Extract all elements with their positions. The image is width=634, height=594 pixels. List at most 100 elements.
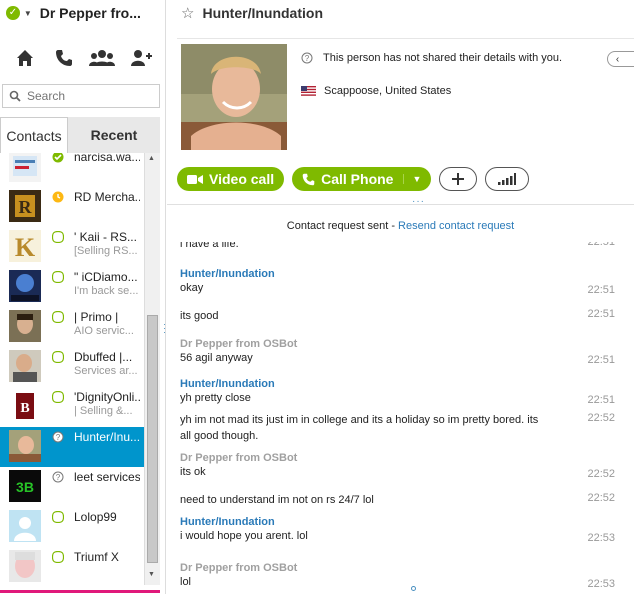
phone-icon (302, 173, 315, 185)
message-time: 22:52 (587, 492, 615, 504)
contact-item[interactable]: | Primo | AIO servic... (0, 307, 144, 347)
avatar (9, 350, 41, 382)
offline-status-icon (51, 270, 65, 284)
message-time: 22:52 (587, 468, 615, 480)
contact-item[interactable]: B 'DignityOnli... | Selling &... (0, 387, 144, 427)
offline-status-icon (51, 550, 65, 564)
svg-text:?: ? (56, 433, 61, 442)
video-camera-icon (187, 174, 203, 184)
phone-icon[interactable] (50, 44, 78, 72)
signal-bars-icon (498, 173, 517, 185)
contact-item[interactable]: 3B? leet services (0, 467, 144, 507)
contact-name: Triumf X (74, 550, 119, 564)
message-text: okay (180, 282, 204, 294)
message: Dr Pepper from OSBot its ok 22:52 (180, 452, 620, 480)
add-contact-icon[interactable] (127, 44, 155, 72)
unknown-status-icon: ? (52, 471, 64, 483)
us-flag-icon (301, 86, 316, 96)
contact-name: Dbuffed |... (74, 350, 133, 364)
chevron-down-icon[interactable]: ▼ (403, 174, 421, 184)
offline-status-icon (51, 230, 65, 244)
message-text: lol (180, 576, 192, 588)
video-call-button[interactable]: Video call (177, 167, 285, 191)
offline-status-icon (51, 350, 65, 364)
message-text: yh pretty close (180, 392, 251, 404)
contact-name: | Primo | (74, 310, 119, 324)
call-phone-button[interactable]: Call Phone ▼ (292, 167, 432, 191)
contact-name: leet services (74, 470, 140, 484)
resend-request-link[interactable]: Resend contact request (398, 220, 514, 232)
call-phone-label: Call Phone (321, 171, 394, 187)
skype-window: ✓ ▼ Dr Pepper fro... Contacts Recent (0, 0, 634, 594)
contact-item[interactable]: K ' Kaii - RS... [Selling RS... (0, 227, 144, 267)
message-text: its good (180, 310, 219, 322)
contact-item[interactable]: Lolop99 (0, 507, 144, 547)
details-row: ? This person has not shared their detai… (301, 52, 562, 64)
message-time: 22:51 (587, 394, 615, 406)
svg-text:K: K (15, 233, 36, 262)
resize-grip[interactable] (411, 586, 416, 591)
contact-item[interactable]: Dbuffed |... Services ar... (0, 347, 144, 387)
message-sender: Hunter/Inundation (180, 516, 275, 528)
chevron-left-icon[interactable]: ‹ (616, 54, 619, 65)
avatar (9, 510, 41, 542)
avatar (9, 270, 41, 302)
message: Hunter/Inundation i would hope you arent.… (180, 516, 620, 544)
contact-item[interactable]: narcisa.wa... (0, 153, 144, 187)
message-text: yh im not mad its just im in college and… (180, 414, 539, 442)
message-time: 22:52 (587, 412, 615, 424)
message: Hunter/Inundation yh pretty close 22:51 (180, 378, 620, 406)
contact-photo[interactable] (181, 44, 287, 150)
avatar (9, 310, 41, 342)
svg-text:?: ? (305, 54, 310, 63)
svg-text:B: B (20, 401, 29, 416)
message-sender: Hunter/Inundation (180, 268, 275, 280)
toolbar-resize-handle[interactable]: ··· (412, 196, 425, 207)
contact-item[interactable]: Triumf X (0, 547, 144, 585)
details-text: This person has not shared their details… (323, 52, 563, 64)
contact-item[interactable]: R RD Mercha... (0, 187, 144, 227)
search-box[interactable] (2, 84, 160, 108)
home-icon[interactable] (11, 44, 39, 72)
video-call-label: Video call (209, 171, 275, 187)
account-header[interactable]: ✓ ▼ Dr Pepper fro... (0, 0, 166, 26)
message: Hunter/Inundation okay 22:51 (180, 268, 620, 296)
online-status-icon (52, 153, 64, 163)
contact-item[interactable]: ? Hunter/Inu... (0, 427, 144, 467)
unknown-status-icon: ? (52, 431, 64, 443)
scrollbar-thumb[interactable] (147, 315, 158, 563)
conversation-pane: ☆ Hunter/Inundation ? This person has no… (167, 0, 634, 594)
contact-list-scrollbar[interactable]: ▲ ▼ (144, 153, 160, 585)
call-quality-button[interactable] (485, 167, 530, 191)
tab-recent[interactable]: Recent (68, 117, 160, 153)
contact-item[interactable]: " iCDiamo... I'm back se... (0, 267, 144, 307)
contact-mood: I'm back se... (74, 285, 139, 297)
contact-name: " iCDiamo... (74, 270, 138, 284)
contacts-group-icon[interactable] (88, 44, 116, 72)
message: Dr Pepper from OSBot 56 agil anyway 22:51 (180, 338, 620, 366)
tab-contacts[interactable]: Contacts (0, 117, 68, 153)
favorite-star-icon[interactable]: ☆ (181, 4, 194, 22)
chevron-down-icon: ▼ (23, 8, 32, 18)
contact-mood: Services ar... (74, 365, 138, 377)
avatar (9, 153, 41, 182)
message-time: 22:53 (587, 578, 615, 588)
scroll-down-arrow-icon[interactable]: ▼ (148, 571, 155, 578)
plus-icon (452, 173, 465, 185)
message-time: 22:51 (587, 308, 615, 320)
search-input[interactable] (27, 89, 147, 103)
message: Dr Pepper from OSBot lol 22:53 (180, 562, 620, 588)
message-list: i have a life. 22:51 Hunter/Inundation okay… (167, 242, 634, 588)
location-row: Scappoose, United States (301, 85, 451, 97)
avatar: R (9, 190, 41, 222)
message: yh im not mad its just im in college and… (180, 412, 620, 444)
contact-mood: AIO servic... (74, 325, 134, 337)
add-participant-button[interactable] (439, 167, 478, 191)
message-time: 22:53 (587, 532, 615, 544)
request-status-text: Contact request sent - (286, 220, 399, 232)
avatar: 3B (9, 470, 41, 502)
profile-scroll-arrows[interactable]: ‹› (607, 51, 634, 67)
scroll-up-arrow-icon[interactable]: ▲ (148, 155, 155, 162)
message: need to understand im not on rs 24/7 lol… (180, 492, 620, 508)
contact-name: Lolop99 (74, 510, 117, 524)
